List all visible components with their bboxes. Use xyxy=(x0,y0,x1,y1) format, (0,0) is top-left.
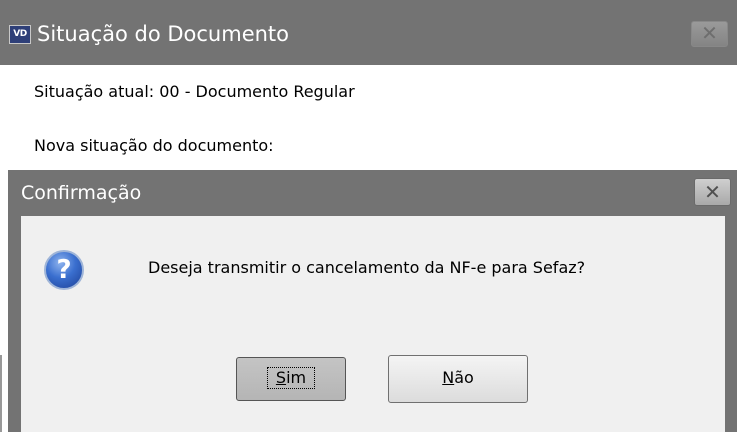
window-titlebar[interactable]: VD Situação do Documento ✕ xyxy=(0,0,737,65)
window-title: Situação do Documento xyxy=(37,22,290,46)
window-close-button[interactable]: ✕ xyxy=(691,21,728,47)
sim-button[interactable]: Sim xyxy=(236,357,346,401)
nova-situacao-label: Nova situação do documento: xyxy=(34,136,274,155)
nao-label-rest: ão xyxy=(454,368,474,387)
nao-accelerator: N xyxy=(442,368,455,387)
sim-label-rest: im xyxy=(286,368,307,387)
sim-button-label: Sim xyxy=(266,367,316,389)
app-logo: VD xyxy=(9,25,31,44)
situacao-atual-label: Situação atual: 00 - Documento Regular xyxy=(34,82,355,101)
window-left-edge xyxy=(0,355,2,432)
dialog-close-button[interactable]: ✕ xyxy=(694,178,731,206)
dialog-body: ? Deseja transmitir o cancelamento da NF… xyxy=(21,216,725,432)
question-icon: ? xyxy=(44,250,84,290)
dialog-message: Deseja transmitir o cancelamento da NF-e… xyxy=(148,258,586,277)
sim-accelerator: S xyxy=(275,368,287,387)
nao-button[interactable]: Não xyxy=(388,355,528,403)
dialog-title: Confirmação xyxy=(21,182,142,204)
confirmation-dialog: Confirmação ✕ ? Deseja transmitir o canc… xyxy=(8,170,737,432)
